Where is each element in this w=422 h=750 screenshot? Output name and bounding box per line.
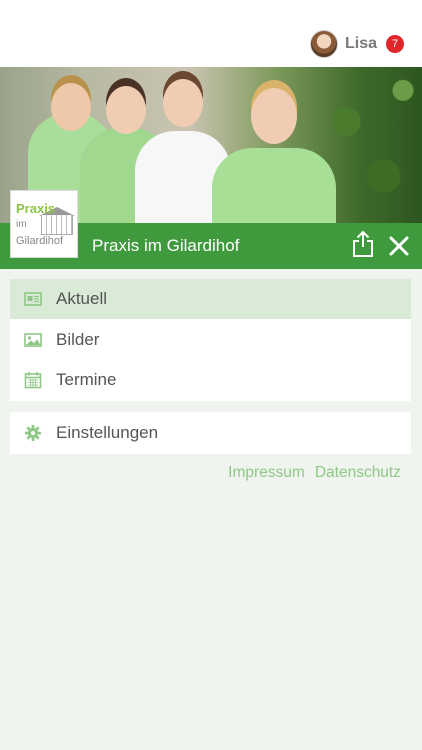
close-icon[interactable]	[388, 235, 410, 257]
page-title: Praxis im Gilardihof	[92, 236, 240, 255]
top-bar: Lisa 7	[0, 0, 422, 67]
datenschutz-link[interactable]: Datenschutz	[315, 464, 401, 482]
footer-links: Impressum Datenschutz	[228, 464, 401, 482]
logo-text-im: im	[16, 219, 27, 230]
menu-item-termine[interactable]: Termine	[10, 360, 411, 400]
gear-icon	[25, 425, 41, 441]
calendar-icon	[24, 372, 42, 389]
share-icon[interactable]	[352, 230, 374, 258]
team-member-photo	[212, 88, 336, 223]
menu-item-label: Termine	[56, 370, 117, 389]
settings-menu: Einstellungen	[10, 412, 411, 454]
newspaper-icon	[24, 292, 42, 306]
user-profile-chip[interactable]: Lisa 7	[309, 28, 404, 60]
menu-item-bilder[interactable]: Bilder	[10, 320, 411, 360]
menu-item-einstellungen[interactable]: Einstellungen	[10, 413, 411, 453]
image-icon	[24, 333, 42, 347]
navigation-menu: Aktuell Bilder Termine	[10, 279, 411, 401]
logo-text-praxis: Praxis	[16, 201, 56, 216]
menu-item-aktuell[interactable]: Aktuell	[10, 279, 411, 319]
menu-item-label: Einstellungen	[56, 423, 159, 442]
logo-house-drawing	[41, 215, 73, 235]
menu-item-label: Bilder	[56, 330, 100, 349]
practice-logo: Praxis im Gilardihof	[10, 190, 78, 258]
logo-text-gilardihof: Gilardihof	[16, 235, 64, 247]
notification-badge[interactable]: 7	[386, 35, 404, 53]
avatar[interactable]	[309, 30, 338, 58]
user-name[interactable]: Lisa	[345, 35, 377, 53]
impressum-link[interactable]: Impressum	[228, 464, 305, 482]
menu-item-label: Aktuell	[56, 289, 108, 308]
